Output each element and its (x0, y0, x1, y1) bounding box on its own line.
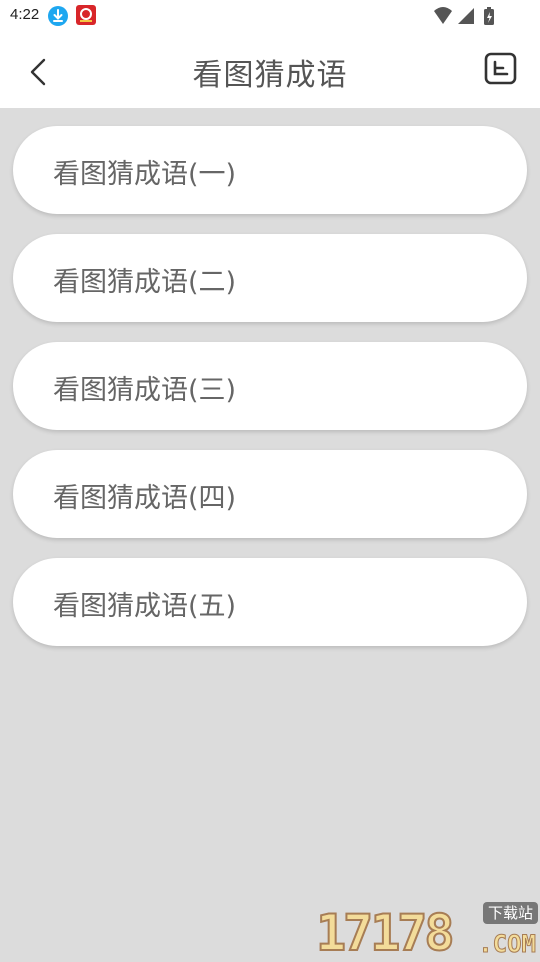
signal-icon (458, 8, 474, 24)
page-title: 看图猜成语 (192, 58, 348, 93)
app-notification-icon (76, 5, 96, 25)
app-header: 看图猜成语 (0, 32, 540, 108)
list-item-level-3[interactable]: 看图猜成语(三) (13, 342, 527, 430)
watermark-badge: 下载站 (482, 902, 538, 924)
battery-charging-icon (484, 7, 494, 25)
status-bar: 4:22 (0, 0, 540, 32)
system-status-icons (432, 5, 506, 27)
list-item-label: 看图猜成语(四) (53, 483, 237, 514)
list-item-level-4[interactable]: 看图猜成语(四) (13, 450, 527, 538)
list-item-label: 看图猜成语(五) (53, 591, 237, 622)
site-watermark: 17178 下载站 .COM (312, 898, 540, 962)
download-notification-icon (48, 6, 68, 26)
watermark-suffix: .COM (478, 930, 537, 959)
document-list-button[interactable] (484, 52, 518, 86)
level-list: 看图猜成语(一) 看图猜成语(二) 看图猜成语(三) 看图猜成语(四) 看图猜成… (13, 126, 527, 666)
list-item-label: 看图猜成语(一) (53, 159, 237, 190)
wifi-icon (434, 7, 452, 24)
list-item-level-2[interactable]: 看图猜成语(二) (13, 234, 527, 322)
list-item-level-5[interactable]: 看图猜成语(五) (13, 558, 527, 646)
watermark-number: 17178 (315, 904, 455, 962)
list-item-label: 看图猜成语(三) (53, 375, 237, 406)
status-time: 4:22 (10, 6, 40, 23)
list-item-label: 看图猜成语(二) (53, 267, 237, 298)
document-list-icon (484, 52, 517, 85)
list-item-level-1[interactable]: 看图猜成语(一) (13, 126, 527, 214)
